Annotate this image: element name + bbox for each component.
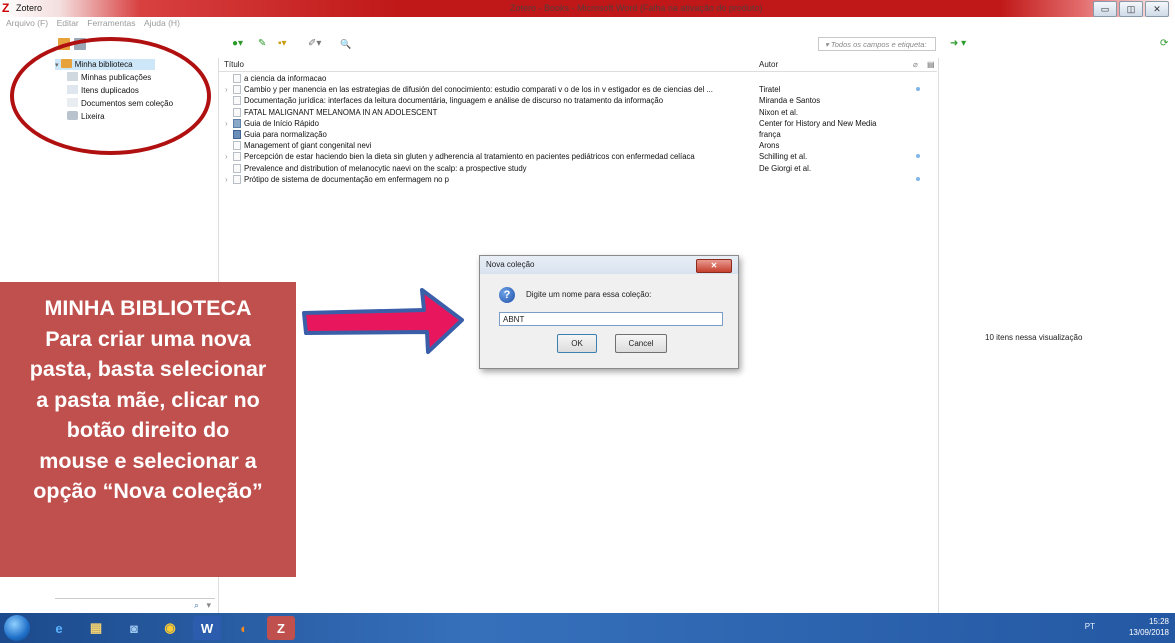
close-window-button[interactable]: ✕: [1145, 1, 1169, 17]
taskbar-firefox-icon[interactable]: ◐: [230, 616, 258, 640]
minimize-button[interactable]: ▭: [1093, 1, 1117, 17]
menu-bar: Arquivo (F) Editar Ferramentas Ajuda (H): [0, 17, 1175, 30]
clock-time: 15:28: [1148, 617, 1169, 626]
table-row[interactable]: Documentação jurídica: interfaces da lei…: [219, 95, 937, 106]
clock-date: 13/09/2018: [1128, 628, 1169, 637]
column-header-row: Título Autor ⌀ ▤: [219, 58, 937, 72]
taskbar-ie-icon[interactable]: e: [45, 616, 73, 640]
system-clock[interactable]: 15:28 13/09/2018: [1129, 616, 1169, 638]
table-row[interactable]: FATAL MALIGNANT MELANOMA IN AN ADOLESCEN…: [219, 107, 937, 118]
item-type-icon: [233, 174, 241, 184]
question-icon: ?: [499, 287, 515, 303]
item-author: De Giorgi et al.: [759, 163, 812, 173]
table-row[interactable]: Management of giant congenital nevi Arons: [219, 140, 937, 151]
attachment-column-icon[interactable]: ⌀: [913, 58, 918, 71]
add-by-identifier-button[interactable]: ✎: [258, 38, 266, 50]
new-collection-dialog: Nova coleção ✕ ? Digite um nome para ess…: [479, 255, 739, 369]
title-bar: Z Zotero Zotero - Books - Microsoft Word…: [0, 0, 1175, 17]
new-note-button[interactable]: ▪▾: [278, 38, 287, 50]
ok-button[interactable]: OK: [557, 334, 597, 353]
item-type-icon: [233, 152, 241, 162]
maximize-button[interactable]: ◫: [1119, 1, 1143, 17]
item-title: Guia para normalização: [244, 130, 327, 139]
cancel-button[interactable]: Cancel: [615, 334, 667, 353]
item-title: a ciencia da informacao: [244, 74, 327, 83]
column-author[interactable]: Autor: [759, 58, 778, 71]
table-row[interactable]: › Percepción de estar haciendo bien la di…: [219, 151, 937, 162]
search-icon[interactable]: ⌕: [194, 600, 199, 611]
menu-ajuda[interactable]: Ajuda (H): [144, 17, 180, 30]
expand-icon[interactable]: ›: [225, 151, 228, 162]
item-author: Arons: [759, 141, 780, 151]
annotation-box: MINHA BIBLIOTECA Para criar uma nova pas…: [0, 282, 296, 577]
item-author: Schilling et al.: [759, 152, 808, 162]
window-title: Zotero: [16, 3, 43, 13]
menu-arquivo[interactable]: Arquivo (F): [6, 17, 48, 30]
table-row[interactable]: › Prótipo de sistema de documentação em e…: [219, 174, 937, 185]
item-type-icon: [233, 163, 241, 173]
item-type-icon: [233, 74, 241, 83]
item-title: Percepción de estar haciendo bien la die…: [244, 152, 695, 162]
language-indicator[interactable]: PT: [1085, 622, 1095, 631]
table-row[interactable]: › Guia de Início Rápido Center for History…: [219, 118, 937, 129]
item-type-icon: [233, 96, 241, 106]
taskbar-explorer-icon[interactable]: ▦: [82, 616, 110, 640]
background-window-title: Zotero - Books - Microsoft Word (Falha n…: [510, 3, 763, 13]
items-count-label: 10 itens nessa visualização: [985, 333, 1083, 342]
collection-name-input[interactable]: ABNT: [499, 312, 723, 326]
item-author: Center for History and New Media: [759, 118, 877, 128]
locate-button[interactable]: ➜ ▾: [950, 38, 966, 50]
expand-icon[interactable]: ›: [225, 174, 228, 185]
attachment-dot-icon: [916, 176, 920, 181]
annotation-text: MINHA BIBLIOTECA Para criar uma nova pas…: [29, 296, 267, 503]
column-title[interactable]: Título: [224, 58, 244, 71]
zotero-logo-icon: Z: [2, 1, 10, 15]
taskbar-media-icon[interactable]: ◙: [120, 616, 148, 640]
advanced-search-button[interactable]: 🔍: [340, 38, 351, 50]
item-author: Nixon et al.: [759, 107, 799, 117]
arrow-icon: [302, 288, 464, 354]
sync-icon[interactable]: ⟳: [1160, 38, 1168, 50]
item-type-icon: [233, 118, 241, 128]
taskbar-word-icon[interactable]: W: [193, 616, 221, 640]
start-button[interactable]: [4, 615, 30, 641]
menu-ferramentas[interactable]: Ferramentas: [87, 17, 135, 30]
dialog-close-button[interactable]: ✕: [696, 259, 732, 273]
table-row[interactable]: a ciencia da informacao: [219, 73, 937, 84]
taskbar-chrome-icon[interactable]: ◉: [156, 616, 184, 640]
item-type-icon: [233, 85, 241, 95]
item-title: Documentação jurídica: interfaces da lei…: [244, 96, 664, 106]
menu-editar[interactable]: Editar: [57, 17, 79, 30]
item-author: frança: [759, 130, 781, 139]
tag-menu-icon[interactable]: ▾: [206, 600, 211, 611]
table-row[interactable]: Prevalence and distribution of melanocyt…: [219, 163, 937, 174]
item-title: Prevalence and distribution of melanocyt…: [244, 163, 527, 173]
item-type-icon: [233, 107, 241, 117]
item-author: Miranda e Santos: [759, 96, 821, 106]
item-detail-pane: 10 itens nessa visualização: [938, 58, 1175, 613]
item-title: Management of giant congenital nevi: [244, 141, 372, 151]
item-title: Guia de Início Rápido: [244, 118, 319, 128]
item-title: FATAL MALIGNANT MELANOMA IN AN ADOLESCEN…: [244, 107, 438, 117]
table-row[interactable]: › Cambio y per manencia en las estrategia…: [219, 84, 937, 95]
expand-icon[interactable]: ›: [225, 118, 228, 129]
taskbar-zotero-icon[interactable]: Z: [267, 616, 295, 640]
expand-icon[interactable]: ›: [225, 84, 228, 95]
column-picker-icon[interactable]: ▤: [927, 58, 935, 71]
dialog-prompt: Digite um nome para essa coleção:: [526, 290, 652, 299]
item-type-icon: [233, 141, 241, 151]
taskbar: e ▦ ◙ ◉ W ◐ Z PT 15:28 13/09/2018: [0, 613, 1175, 643]
item-title: Cambio y per manencia en las estrategias…: [244, 85, 713, 95]
item-author: Tiratel: [759, 85, 781, 95]
highlight-ellipse: [10, 37, 211, 155]
search-input[interactable]: ▾ Todos os campos e etiqueta:: [818, 37, 936, 51]
new-item-button[interactable]: ●▾: [232, 38, 243, 50]
table-row[interactable]: Guia para normalização frança: [219, 129, 937, 140]
item-type-icon: [233, 130, 241, 139]
item-title: Prótipo de sistema de documentação em en…: [244, 174, 449, 184]
attach-button[interactable]: ✐▾: [308, 38, 321, 50]
tag-filter-input[interactable]: ⌕ ▾: [55, 598, 215, 613]
